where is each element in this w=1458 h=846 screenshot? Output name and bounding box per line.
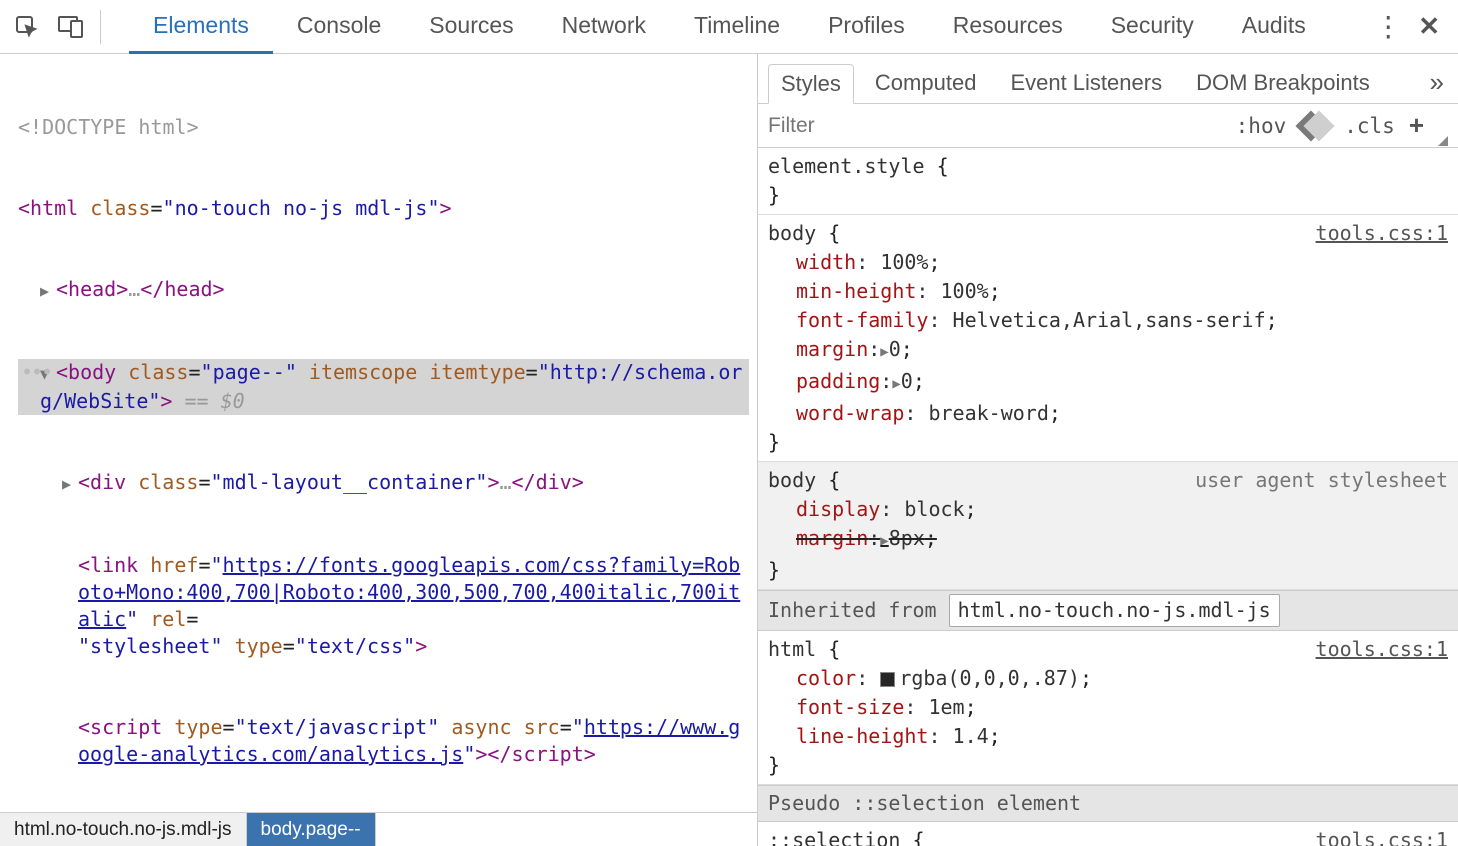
sidebar-tabs: Styles Computed Event Listeners DOM Brea… xyxy=(758,54,1458,104)
rule-body-tools[interactable]: tools.css:1 body { width: 100%; min-heig… xyxy=(758,215,1458,462)
dom-tree[interactable]: <!DOCTYPE html> <html class="no-touch no… xyxy=(0,54,757,812)
rtab-computed[interactable]: Computed xyxy=(862,63,990,103)
tab-timeline[interactable]: Timeline xyxy=(670,0,804,54)
main-toolbar: Elements Console Sources Network Timelin… xyxy=(0,0,1458,54)
shorthand-expand-icon[interactable]: ▶ xyxy=(880,344,888,360)
tab-profiles[interactable]: Profiles xyxy=(804,0,929,54)
shorthand-expand-icon[interactable]: ▶ xyxy=(880,533,888,549)
div-container[interactable]: <div class="mdl-layout__container">…</di… xyxy=(18,469,749,498)
cls-toggle[interactable]: .cls xyxy=(1344,114,1395,138)
tab-console[interactable]: Console xyxy=(273,0,405,54)
rtab-event-listeners[interactable]: Event Listeners xyxy=(997,63,1175,103)
inherited-header: Inherited from html.no-touch.no-js.mdl-j… xyxy=(758,590,1458,631)
crumb-body[interactable]: body.page-- xyxy=(247,813,376,846)
head-collapsed[interactable]: <head>…</head> xyxy=(18,276,749,305)
expander-icon[interactable] xyxy=(62,469,78,498)
tab-network[interactable]: Network xyxy=(538,0,670,54)
color-swatch-icon[interactable] xyxy=(880,672,895,687)
rule-selection[interactable]: tools.css:1 ::selection { xyxy=(758,822,1458,846)
breadcrumb: html.no-touch.no-js.mdl-js body.page-- xyxy=(0,812,757,846)
inspect-element-icon[interactable] xyxy=(8,8,46,46)
html-open[interactable]: <html class="no-touch no-js mdl-js"> xyxy=(18,195,749,222)
styles-panel: Styles Computed Event Listeners DOM Brea… xyxy=(758,54,1458,846)
rtab-styles[interactable]: Styles xyxy=(768,64,854,104)
shorthand-expand-icon[interactable]: ▶ xyxy=(892,376,900,392)
styles-filter-row: :hov .cls + xyxy=(758,104,1458,148)
crumb-html[interactable]: html.no-touch.no-js.mdl-js xyxy=(0,813,247,846)
gutter-dots-icon: ••• xyxy=(21,359,51,386)
rule-html-tools[interactable]: tools.css:1 html { color: rgba(0,0,0,.87… xyxy=(758,631,1458,785)
main-tabs: Elements Console Sources Network Timelin… xyxy=(129,0,1330,54)
device-toggle-icon[interactable] xyxy=(52,8,90,46)
tab-elements[interactable]: Elements xyxy=(129,0,273,54)
kebab-menu-icon[interactable]: ⋮ xyxy=(1374,13,1402,41)
script-ga[interactable]: <script type="text/javascript" async src… xyxy=(18,714,749,768)
elements-panel: <!DOCTYPE html> <html class="no-touch no… xyxy=(0,54,758,846)
source-link[interactable]: tools.css:1 xyxy=(1316,219,1448,248)
overflow-tabs-icon[interactable]: » xyxy=(1426,67,1448,98)
tab-resources[interactable]: Resources xyxy=(929,0,1087,54)
tab-security[interactable]: Security xyxy=(1087,0,1218,54)
body-open-selected[interactable]: •••<body class="page--" itemscope itemty… xyxy=(18,359,749,415)
inherited-chip[interactable]: html.no-touch.no-js.mdl-js xyxy=(949,594,1280,627)
tab-sources[interactable]: Sources xyxy=(405,0,537,54)
pseudo-header: Pseudo ::selection element xyxy=(758,785,1458,822)
resize-corner-icon[interactable] xyxy=(1438,136,1448,146)
main-split: <!DOCTYPE html> <html class="no-touch no… xyxy=(0,54,1458,846)
close-icon[interactable]: ✕ xyxy=(1418,11,1440,42)
source-link[interactable]: tools.css:1 xyxy=(1316,826,1448,846)
styles-list[interactable]: element.style { } tools.css:1 body { wid… xyxy=(758,148,1458,846)
toolbar-right: ⋮ ✕ xyxy=(1374,11,1450,42)
hov-toggle[interactable]: :hov xyxy=(1236,114,1287,138)
rtab-dom-breakpoints[interactable]: DOM Breakpoints xyxy=(1183,63,1383,103)
color-format-icon[interactable] xyxy=(1300,115,1330,137)
link-fonts[interactable]: <link href="https://fonts.googleapis.com… xyxy=(18,552,749,660)
doctype-line[interactable]: <!DOCTYPE html> xyxy=(18,114,749,141)
source-label: user agent stylesheet xyxy=(1195,466,1448,495)
expander-icon[interactable] xyxy=(40,276,56,305)
tab-audits[interactable]: Audits xyxy=(1218,0,1330,54)
divider xyxy=(100,10,101,44)
source-link[interactable]: tools.css:1 xyxy=(1316,635,1448,664)
rule-element-style[interactable]: element.style { } xyxy=(758,148,1458,215)
new-style-rule-icon[interactable]: + xyxy=(1409,110,1424,141)
rule-body-ua[interactable]: user agent stylesheet body { display: bl… xyxy=(758,462,1458,590)
styles-filter-input[interactable] xyxy=(768,114,918,138)
devtools-root: Elements Console Sources Network Timelin… xyxy=(0,0,1458,846)
